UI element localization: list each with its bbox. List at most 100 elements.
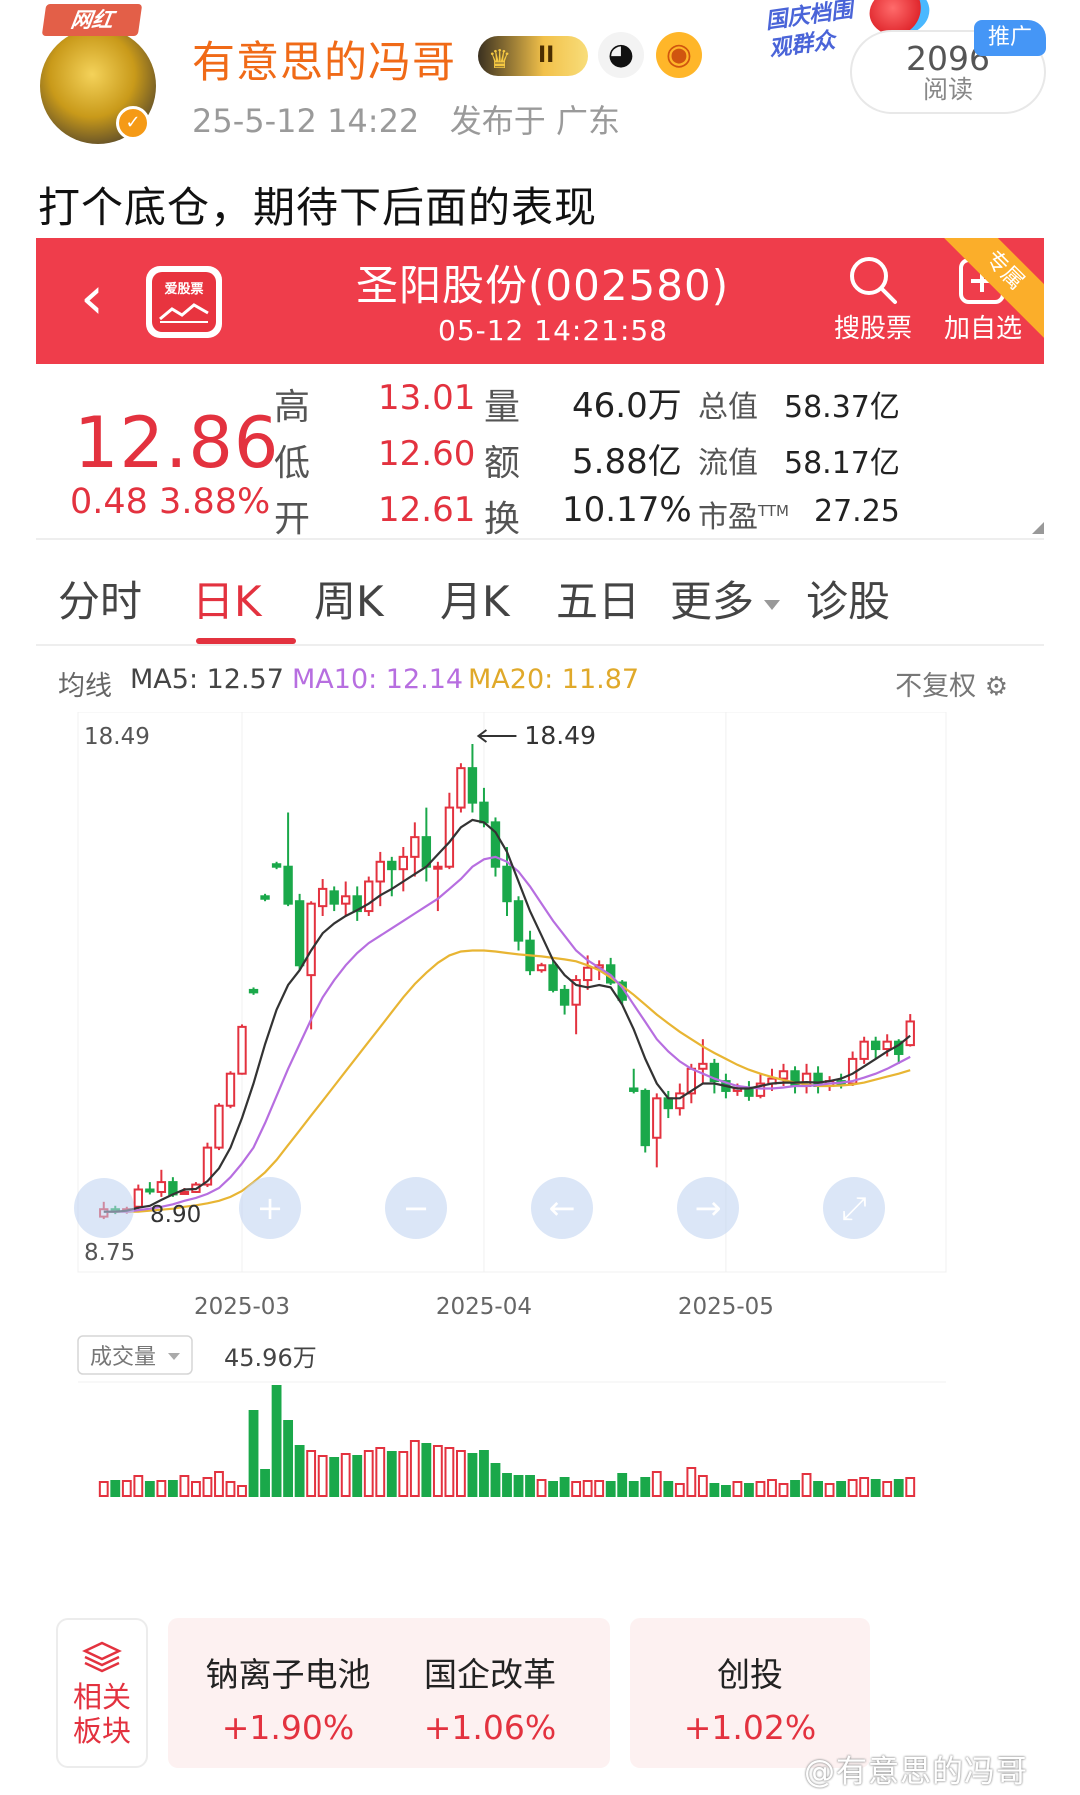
- tab-more[interactable]: 更多: [670, 568, 781, 629]
- post-meta: 25-5-12 14:22 发布于 广东: [192, 96, 620, 142]
- related-sectors-tab[interactable]: 相关板块: [56, 1618, 148, 1768]
- arrow-left-icon-glyph: ←: [549, 1189, 576, 1227]
- max-price-label: 18.49: [84, 724, 150, 750]
- candle-body: [421, 836, 432, 868]
- tab-weekly-k[interactable]: 周K: [314, 568, 384, 629]
- app-logo[interactable]: 爱股票: [146, 266, 222, 338]
- volume-bar: [628, 1481, 639, 1497]
- volume-bar: [720, 1485, 731, 1497]
- post-time: 25-5-12 14:22: [192, 102, 420, 140]
- volume-bar: [467, 1453, 478, 1497]
- volume-bar: [663, 1481, 674, 1497]
- panda-icon[interactable]: ◕: [598, 32, 644, 78]
- candle-body: [536, 964, 547, 972]
- level-badge[interactable]: ♛ II: [478, 36, 588, 76]
- volume-bar: [398, 1451, 409, 1497]
- candle-body: [467, 767, 478, 804]
- volume-bar: [144, 1481, 155, 1497]
- volume-bar: [133, 1475, 144, 1497]
- promo-tag[interactable]: 推广: [974, 20, 1046, 56]
- expand-corner-icon[interactable]: [1032, 522, 1044, 534]
- tab-intraday[interactable]: 分时: [58, 568, 142, 629]
- volume-bar: [317, 1455, 328, 1497]
- tab-more-label: 更多: [670, 577, 755, 626]
- arrow-left-edge-icon[interactable]: [74, 1178, 134, 1238]
- adjust-mode-button[interactable]: 不复权 ⚙: [895, 664, 1008, 703]
- sector-change: +1.02%: [683, 1708, 817, 1747]
- candle-body: [329, 890, 339, 905]
- volume-bar: [386, 1451, 397, 1497]
- quote-label-turnover: 换: [484, 499, 521, 540]
- volume-bar: [409, 1440, 420, 1497]
- volume-bar: [329, 1457, 340, 1497]
- volume-bar: [444, 1447, 455, 1497]
- stock-title: 圣阳股份(002580): [356, 261, 730, 310]
- quote-label-amount: 额: [484, 443, 521, 484]
- candle-body: [629, 1087, 639, 1092]
- volume-bar: [110, 1480, 121, 1497]
- candle-body: [870, 1040, 881, 1051]
- candle-body: [778, 1070, 789, 1080]
- low-annotation: 8.90: [150, 1202, 201, 1228]
- tab-daily-k[interactable]: 日K: [192, 568, 262, 629]
- candle-body: [156, 1181, 167, 1193]
- current-price: 12.86: [74, 402, 280, 484]
- ma10-value: MA10: 12.14: [292, 664, 464, 695]
- volume-bar: [847, 1479, 858, 1497]
- quote-value-high: 13.01: [378, 378, 476, 418]
- volume-bar: [732, 1481, 743, 1497]
- volume-bar: [202, 1477, 213, 1497]
- volume-bar: [225, 1481, 236, 1497]
- volume-bar: [778, 1483, 789, 1497]
- candle-body: [375, 860, 385, 883]
- stock-card[interactable]: ‹ 爱股票 圣阳股份(002580) 05-12 14:21:58 搜股票 加自…: [36, 238, 1044, 1795]
- tab-monthly-k[interactable]: 月K: [440, 568, 510, 629]
- quote-label-open: 开: [274, 499, 311, 540]
- ma20-line: [103, 949, 911, 1213]
- kline-chart[interactable]: 18.49 8.75 18.49 8.90 + − ← → ⤢ 2025-03 2025-04 202…: [58, 712, 1038, 1612]
- fish-icon[interactable]: ◉: [656, 32, 702, 78]
- chart-frame: [77, 712, 947, 1273]
- back-icon[interactable]: ‹: [80, 268, 104, 328]
- price-change: 0.48 3.88%: [70, 482, 271, 522]
- candle-body: [663, 1097, 673, 1110]
- event-badge-text: 国庆档围观群众: [763, 0, 855, 63]
- x-axis-tick: 2025-04: [436, 1294, 532, 1320]
- sector-change: +1.06%: [423, 1708, 557, 1747]
- quote-label-low: 低: [274, 443, 311, 484]
- volume-bar: [306, 1450, 317, 1497]
- candle-body: [479, 801, 489, 824]
- sector-name: 创投: [717, 1655, 783, 1694]
- read-label: 阅读: [922, 75, 973, 104]
- volume-bar: [455, 1450, 466, 1497]
- volume-bar: [859, 1477, 870, 1497]
- fullscreen-icon-glyph: ⤢: [841, 1189, 867, 1227]
- volume-bar: [617, 1473, 628, 1497]
- candle-body: [559, 988, 570, 1006]
- candle-body: [294, 900, 305, 967]
- candle-body: [248, 988, 259, 994]
- stock-time: 05-12 14:21:58: [438, 314, 669, 347]
- candle-body: [283, 865, 293, 905]
- active-tab-indicator: [196, 638, 296, 644]
- level-badge-text: II: [538, 43, 555, 68]
- volume-bar: [260, 1469, 270, 1497]
- chevron-down-icon: [764, 599, 781, 610]
- quote-panel: 12.86 0.48 3.88% 高 13.01 低 12.60 开 12.61…: [36, 364, 1044, 540]
- tab-five-day[interactable]: 五日: [556, 568, 640, 629]
- volume-bar: [594, 1480, 605, 1497]
- volume-bar: [548, 1481, 559, 1497]
- zoom-out-icon-glyph: −: [403, 1189, 430, 1227]
- volume-bar: [824, 1483, 835, 1497]
- username[interactable]: 有意思的冯哥: [192, 28, 456, 90]
- volume-bar: [813, 1481, 823, 1497]
- app-logo-text: 爱股票: [164, 282, 204, 297]
- tab-diagnosis[interactable]: 诊股: [806, 568, 890, 629]
- volume-bar: [191, 1481, 201, 1497]
- candle-body: [456, 767, 466, 809]
- volume-selector-label: 成交量: [90, 1345, 156, 1370]
- volume-bar: [536, 1479, 547, 1497]
- sector-card[interactable]: 国企改革 +1.06%: [370, 1618, 610, 1768]
- volume-value: 45.96万: [224, 1344, 317, 1372]
- search-stock-button[interactable]: 搜股票: [828, 252, 918, 344]
